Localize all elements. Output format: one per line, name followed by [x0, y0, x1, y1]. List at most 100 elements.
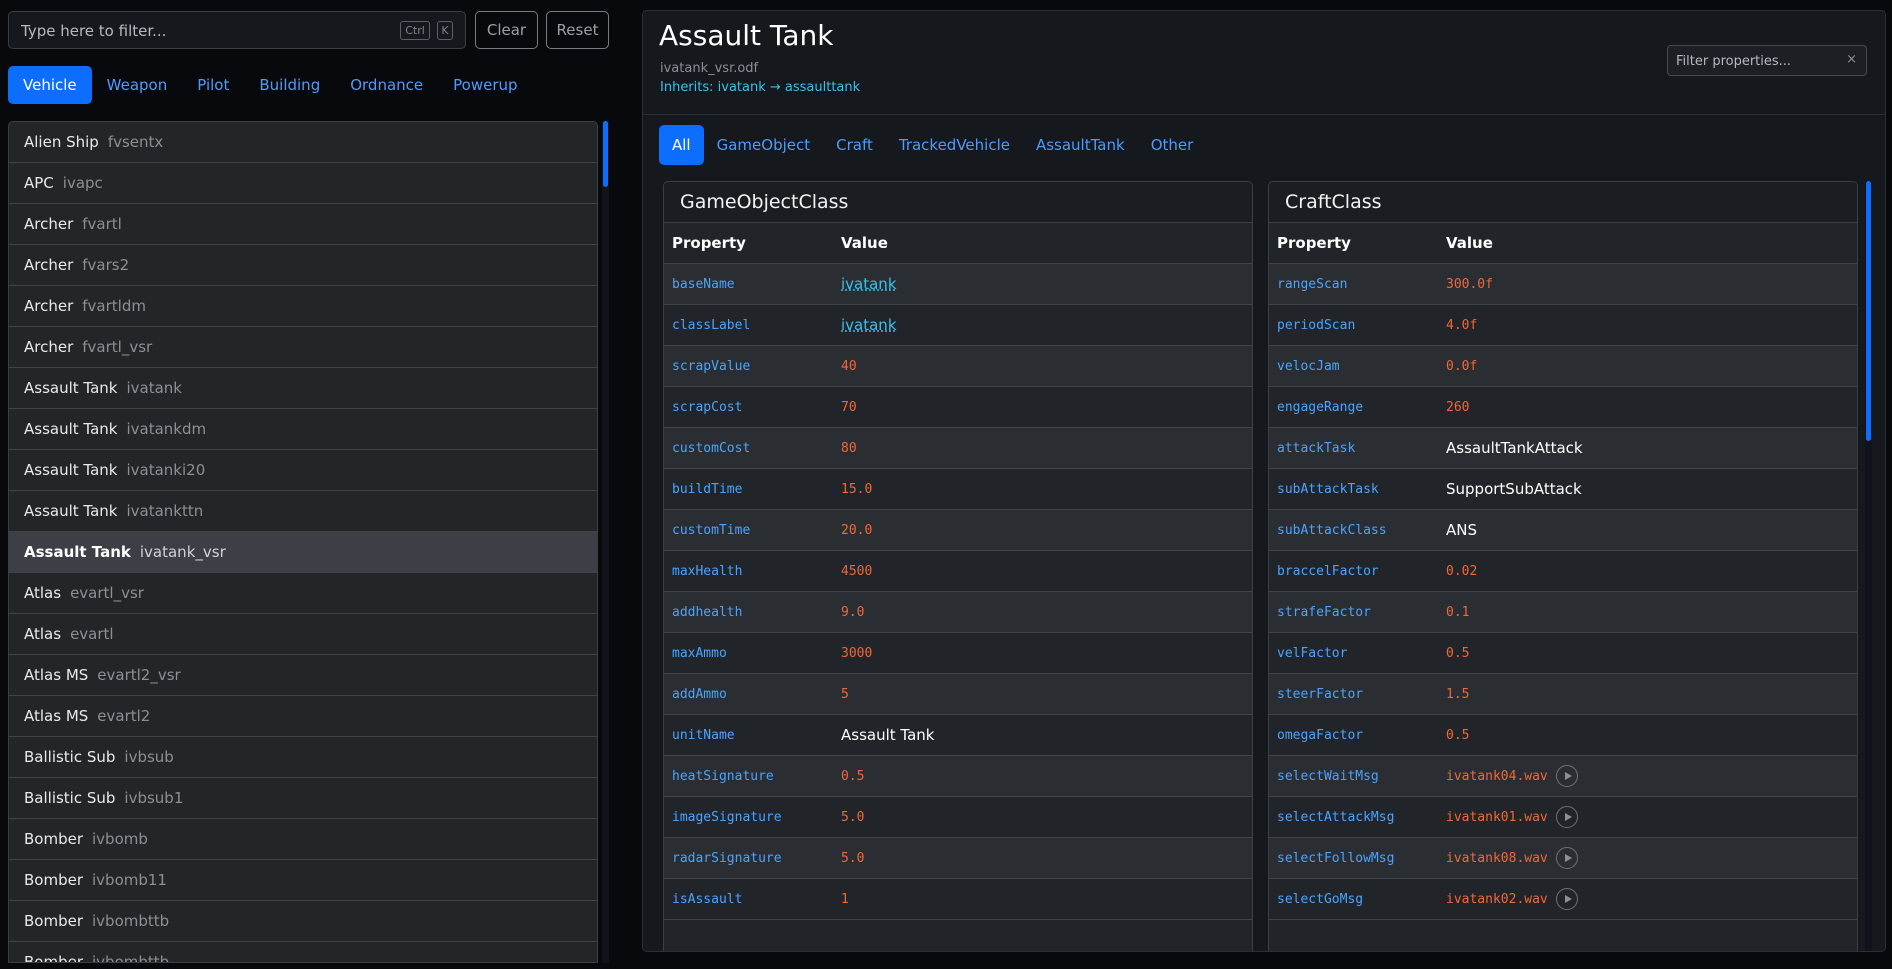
- play-icon[interactable]: [1555, 806, 1578, 828]
- property-value-cell: ivatank02.wav: [1446, 888, 1578, 910]
- filter-box: Ctrl K: [8, 11, 466, 49]
- property-name: radarSignature: [672, 850, 782, 866]
- reset-button[interactable]: Reset: [546, 11, 609, 49]
- list-item[interactable]: Bomber ivbombttb: [9, 901, 597, 942]
- item-list-scrollbar[interactable]: [602, 121, 609, 963]
- ctrl-key-hint: Ctrl: [400, 21, 430, 40]
- list-item[interactable]: Ballistic Sub ivbsub1: [9, 778, 597, 819]
- list-item[interactable]: Bomber ivbomb: [9, 819, 597, 860]
- close-icon[interactable]: ×: [1846, 52, 1857, 67]
- item-name: Atlas: [24, 584, 62, 602]
- item-name: Assault Tank: [24, 543, 131, 561]
- item-name: Archer: [24, 215, 74, 233]
- tab-vehicle[interactable]: Vehicle: [8, 66, 92, 104]
- tab-trackedvehicle[interactable]: TrackedVehicle: [886, 125, 1023, 165]
- property-value-cell: 9.0: [841, 605, 864, 620]
- item-name: Alien Ship: [24, 133, 99, 151]
- list-item[interactable]: Assault Tank ivatanki20: [9, 450, 597, 491]
- table-row: scrapCost 70: [664, 387, 1252, 428]
- property-value: 15.0: [841, 481, 873, 497]
- item-code: ivatankttn: [126, 502, 204, 520]
- play-icon[interactable]: [1555, 888, 1578, 910]
- property-name: addAmmo: [672, 686, 727, 702]
- property-value: 300.0f: [1446, 276, 1493, 292]
- property-value-cell: 20.0: [841, 523, 872, 538]
- item-name: Ballistic Sub: [24, 789, 116, 807]
- tab-other[interactable]: Other: [1138, 125, 1207, 165]
- detail-inherits[interactable]: Inherits: ivatank → assaulttank: [660, 80, 860, 95]
- search-input[interactable]: [21, 20, 381, 42]
- tab-craft[interactable]: Craft: [823, 125, 886, 165]
- item-code: fvartl_vsr: [82, 338, 153, 356]
- property-value-cell: ivatank08.wav: [1446, 847, 1578, 869]
- item-code: fvartl: [82, 215, 122, 233]
- table-row: subAttackClass ANS: [1269, 510, 1857, 551]
- list-item[interactable]: Archer fvartl_vsr: [9, 327, 597, 368]
- tab-all[interactable]: All: [659, 125, 704, 165]
- table-row: scrapValue 40: [664, 346, 1252, 387]
- item-code: ivapc: [62, 174, 103, 192]
- clear-button[interactable]: Clear: [475, 11, 538, 49]
- list-item[interactable]: Alien Ship fvsentx: [9, 122, 597, 163]
- tab-gameobject[interactable]: GameObject: [704, 125, 824, 165]
- list-item[interactable]: Assault Tank ivatank_vsr: [9, 532, 597, 573]
- item-code: fvsentx: [107, 133, 164, 151]
- item-name: Archer: [24, 338, 74, 356]
- property-value-cell: AssaultTankAttack: [1446, 439, 1583, 457]
- list-item[interactable]: Bomber ivbombttb: [9, 942, 597, 963]
- property-name: selectAttackMsg: [1277, 809, 1395, 825]
- tab-pilot[interactable]: Pilot: [182, 66, 244, 104]
- list-item[interactable]: Archer fvartldm: [9, 286, 597, 327]
- property-name: addhealth: [672, 604, 743, 620]
- property-name: baseName: [672, 276, 735, 292]
- list-item[interactable]: Atlas evartl_vsr: [9, 573, 597, 614]
- list-item[interactable]: Assault Tank ivatankdm: [9, 409, 597, 450]
- tab-assaulttank[interactable]: AssaultTank: [1023, 125, 1138, 165]
- list-item[interactable]: Archer fvars2: [9, 245, 597, 286]
- detail-scroll-thumb[interactable]: [1866, 181, 1871, 441]
- property-value: 1.5: [1446, 686, 1470, 702]
- list-item[interactable]: Atlas evartl: [9, 614, 597, 655]
- item-name: Bomber: [24, 953, 83, 963]
- table-row: classLabel ivatank: [664, 305, 1252, 346]
- tab-building[interactable]: Building: [244, 66, 335, 104]
- list-item[interactable]: Atlas MS evartl2_vsr: [9, 655, 597, 696]
- item-code: ivatank: [126, 379, 182, 397]
- list-item[interactable]: Bomber ivbomb11: [9, 860, 597, 901]
- header-divider: [643, 114, 1885, 115]
- table-row: customCost 80: [664, 428, 1252, 469]
- property-value-cell: 40: [841, 359, 857, 374]
- item-code: ivbomb: [92, 830, 148, 848]
- item-name: Assault Tank: [24, 420, 118, 438]
- property-value[interactable]: ivatank: [841, 275, 897, 293]
- list-item[interactable]: Assault Tank ivatankttn: [9, 491, 597, 532]
- list-item[interactable]: APC ivapc: [9, 163, 597, 204]
- tab-ordnance[interactable]: Ordnance: [335, 66, 438, 104]
- table-row: baseName ivatank: [664, 264, 1252, 305]
- item-code: ivatanki20: [126, 461, 206, 479]
- item-code: ivbombttb: [92, 912, 170, 930]
- property-name: selectGoMsg: [1277, 891, 1364, 907]
- play-icon[interactable]: [1555, 765, 1578, 787]
- list-item[interactable]: Ballistic Sub ivbsub: [9, 737, 597, 778]
- list-item[interactable]: Atlas MS evartl2: [9, 696, 597, 737]
- property-name: maxHealth: [672, 563, 743, 579]
- property-value: 0.1: [1446, 604, 1470, 620]
- table-row: velocJam 0.0f: [1269, 346, 1857, 387]
- tab-powerup[interactable]: Powerup: [438, 66, 532, 104]
- detail-scrollbar[interactable]: [1865, 181, 1872, 951]
- item-list-scroll-thumb[interactable]: [603, 121, 608, 187]
- property-filter-input[interactable]: [1676, 52, 1836, 70]
- list-item[interactable]: Archer fvartl: [9, 204, 597, 245]
- list-item[interactable]: Assault Tank ivatank: [9, 368, 597, 409]
- property-value: 70: [841, 399, 857, 415]
- item-code: fvartldm: [82, 297, 146, 315]
- tab-weapon[interactable]: Weapon: [92, 66, 183, 104]
- property-value[interactable]: ivatank: [841, 316, 897, 334]
- play-icon[interactable]: [1555, 847, 1578, 869]
- value-column-header: Value: [841, 234, 888, 252]
- property-value: 80: [841, 440, 857, 456]
- property-value-cell: 4500: [841, 564, 872, 579]
- table-row: buildTime 15.0: [664, 469, 1252, 510]
- property-value: 5.0: [841, 809, 865, 825]
